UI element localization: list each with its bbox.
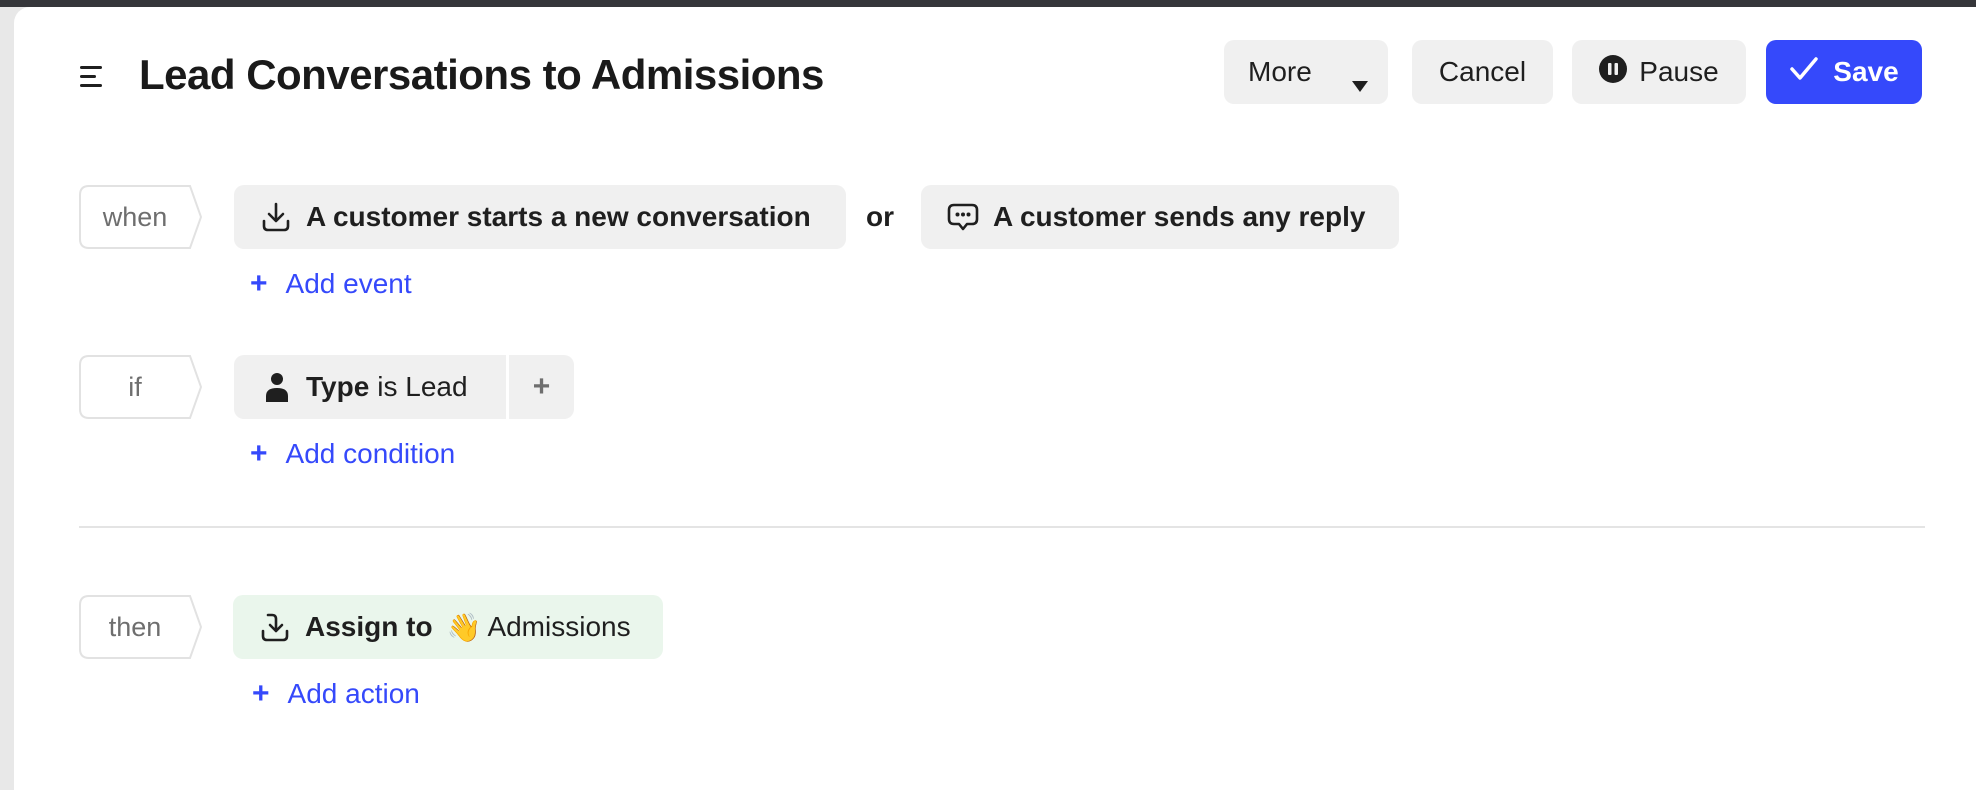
chat-bubble-icon xyxy=(947,201,979,233)
inbox-download-icon xyxy=(260,201,292,233)
plus-icon: + xyxy=(250,267,268,300)
checkmark-icon xyxy=(1789,56,1819,89)
pause-button-label: Pause xyxy=(1639,56,1719,87)
pause-icon xyxy=(1599,54,1628,90)
then-label: then xyxy=(79,595,203,659)
event-label: A customer sends any reply xyxy=(993,201,1366,232)
person-icon xyxy=(264,371,290,403)
event-customer-reply[interactable]: A customer sends any reply xyxy=(921,185,1399,249)
page-title: Lead Conversations to Admissions xyxy=(139,51,824,98)
more-button-label: More xyxy=(1248,56,1312,87)
plus-icon: + xyxy=(532,370,551,403)
hamburger-menu-icon[interactable] xyxy=(80,65,108,89)
event-label: A customer starts a new conversation xyxy=(306,201,811,232)
plus-icon: + xyxy=(252,677,270,710)
more-button[interactable]: More xyxy=(1224,40,1388,104)
workflow-editor: Lead Conversations to Admissions More Ca… xyxy=(14,7,1976,790)
if-label: if xyxy=(79,355,203,419)
section-divider xyxy=(79,526,1925,528)
condition-attribute: Type xyxy=(306,371,370,402)
add-condition-label: Add condition xyxy=(285,438,456,469)
cancel-button-label: Cancel xyxy=(1438,56,1527,87)
when-label: when xyxy=(79,185,203,249)
action-assign-to-admissions[interactable]: Assign to 👋 Admissions xyxy=(233,595,663,659)
add-event-label: Add event xyxy=(285,268,412,299)
add-action-link[interactable]: + Add action xyxy=(252,677,420,711)
event-new-conversation[interactable]: A customer starts a new conversation xyxy=(234,185,846,249)
cancel-button[interactable]: Cancel xyxy=(1412,40,1553,104)
plus-icon: + xyxy=(250,437,268,470)
action-verb: Assign to xyxy=(305,611,433,642)
condition-value: is Lead xyxy=(377,371,468,402)
condition-type-is-lead[interactable]: Type is Lead xyxy=(234,355,506,419)
add-event-link[interactable]: + Add event xyxy=(250,267,412,301)
add-action-label: Add action xyxy=(287,678,420,709)
assign-icon xyxy=(259,611,291,643)
or-connector: or xyxy=(866,201,894,232)
waving-hand-emoji: 👋 xyxy=(446,611,482,643)
caret-down-icon xyxy=(1352,67,1368,99)
pause-button[interactable]: Pause xyxy=(1572,40,1746,104)
add-condition-link[interactable]: + Add condition xyxy=(250,437,455,471)
browser-top-bar xyxy=(0,0,1976,7)
action-target: Admissions xyxy=(487,611,631,642)
save-button[interactable]: Save xyxy=(1766,40,1922,104)
add-condition-inline-button[interactable]: + xyxy=(509,355,574,419)
save-button-label: Save xyxy=(1833,56,1899,87)
